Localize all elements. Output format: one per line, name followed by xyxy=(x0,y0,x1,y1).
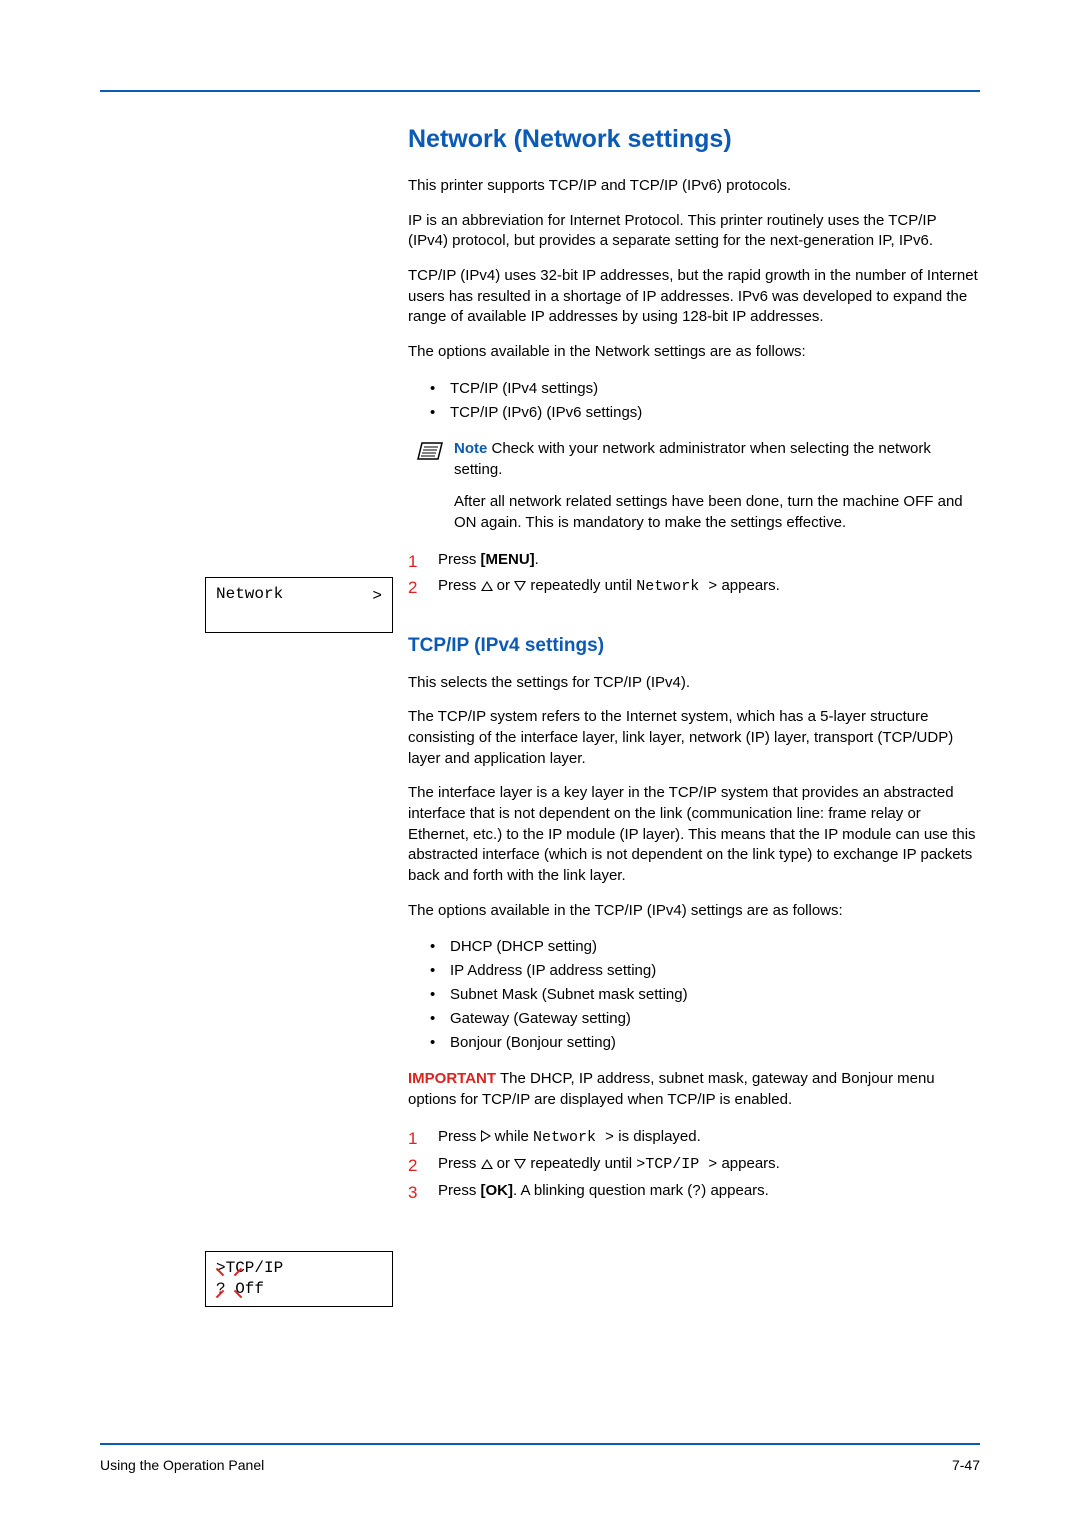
s2-p4: The options available in the TCP/IP (IPv… xyxy=(408,901,980,922)
up-arrow-icon xyxy=(481,581,493,591)
step-item: 1 Press [MENU]. xyxy=(408,548,980,572)
step-item: 3 Press [OK]. A blinking question mark (… xyxy=(408,1179,980,1204)
lcd-box: >TCP/IP ? Off xyxy=(205,1251,393,1307)
lcd-arrow: > xyxy=(372,586,382,607)
s2-p1: This selects the settings for TCP/IP (IP… xyxy=(408,673,980,694)
intro-p2: IP is an abbreviation for Internet Proto… xyxy=(408,211,980,252)
list-item: DHCP (DHCP setting) xyxy=(430,935,980,959)
step-number: 2 xyxy=(408,1152,417,1179)
display-text: Network > xyxy=(636,578,717,595)
step-item: 1 Press while Network > is displayed. xyxy=(408,1125,980,1150)
step-item: 2 Press or repeatedly until >TCP/IP > ap… xyxy=(408,1152,980,1177)
list-item: Gateway (Gateway setting) xyxy=(430,1007,980,1031)
footer-section-title: Using the Operation Panel xyxy=(100,1457,264,1473)
note-body: Check with your network administrator wh… xyxy=(454,440,931,478)
list-item: Bonjour (Bonjour setting) xyxy=(430,1031,980,1055)
up-arrow-icon xyxy=(481,1159,493,1169)
step-item: 2 Press or repeatedly until Network > ap… xyxy=(408,574,980,599)
menu-key: [MENU] xyxy=(481,551,535,568)
steps-2: 1 Press while Network > is displayed. 2 … xyxy=(408,1125,980,1204)
ok-key: [OK] xyxy=(481,1182,514,1199)
options-list-1: TCP/IP (IPv4 settings) TCP/IP (IPv6) (IP… xyxy=(430,377,980,425)
step-number: 3 xyxy=(408,1179,417,1206)
step-text: Press xyxy=(438,551,481,568)
lcd-display-1: Network > xyxy=(205,577,393,633)
lcd-box: Network > xyxy=(205,577,393,633)
down-arrow-icon xyxy=(514,581,526,591)
intro-p4: The options available in the Network set… xyxy=(408,342,980,363)
footer-page-number: 7-47 xyxy=(952,1457,980,1473)
intro-p3: TCP/IP (IPv4) uses 32-bit IP addresses, … xyxy=(408,266,980,328)
list-item: TCP/IP (IPv4 settings) xyxy=(430,377,980,401)
options-list-2: DHCP (DHCP setting) IP Address (IP addre… xyxy=(430,935,980,1055)
note-block: Note Check with your network administrat… xyxy=(416,439,980,480)
s2-p2: The TCP/IP system refers to the Internet… xyxy=(408,707,980,769)
important-block: IMPORTANT The DHCP, IP address, subnet m… xyxy=(408,1069,980,1110)
important-label: IMPORTANT xyxy=(408,1070,496,1087)
lcd-display-2: >TCP/IP ? Off xyxy=(205,1251,393,1307)
list-item: IP Address (IP address setting) xyxy=(430,959,980,983)
step-number: 2 xyxy=(408,574,417,601)
intro-p1: This printer supports TCP/IP and TCP/IP … xyxy=(408,176,980,197)
list-item: Subnet Mask (Subnet mask setting) xyxy=(430,983,980,1007)
top-rule xyxy=(100,90,980,92)
step-number: 1 xyxy=(408,1125,417,1152)
down-arrow-icon xyxy=(514,1159,526,1169)
note-label: Note xyxy=(454,440,487,457)
right-arrow-icon xyxy=(481,1130,491,1142)
steps-1: 1 Press [MENU]. 2 Press or repeatedly un… xyxy=(408,548,980,599)
s2-p3: The interface layer is a key layer in th… xyxy=(408,783,980,886)
bottom-rule xyxy=(100,1443,980,1445)
step-number: 1 xyxy=(408,548,417,575)
note-text: Note Check with your network administrat… xyxy=(454,439,980,480)
note-icon xyxy=(416,439,444,480)
heading-network: Network (Network settings) xyxy=(408,125,980,154)
heading-tcpip: TCP/IP (IPv4 settings) xyxy=(408,635,980,657)
main-content: Network (Network settings) This printer … xyxy=(408,125,980,1210)
note-after: After all network related settings have … xyxy=(454,492,980,533)
lcd-line1: Network xyxy=(216,585,283,603)
list-item: TCP/IP (IPv6) (IPv6 settings) xyxy=(430,401,980,425)
